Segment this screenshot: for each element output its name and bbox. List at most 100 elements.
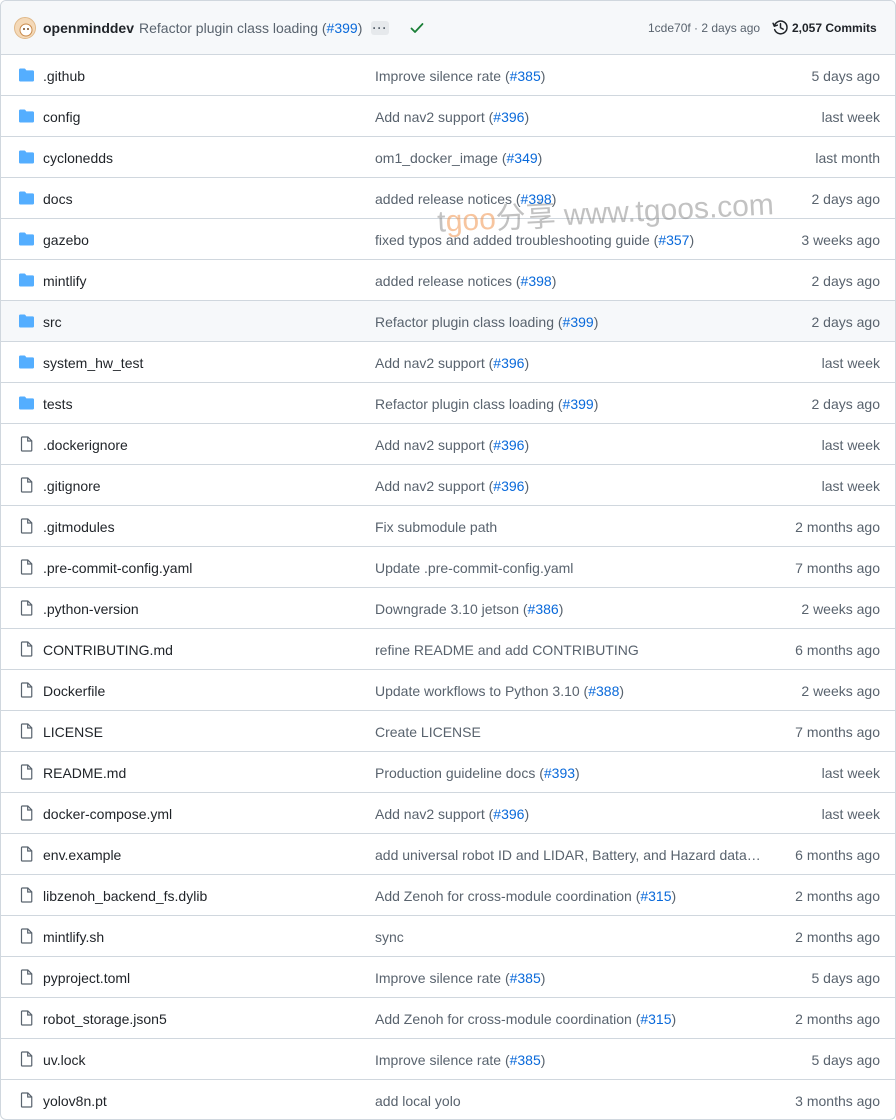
table-row[interactable]: tests Refactor plugin class loading (#399…: [1, 383, 895, 424]
table-row[interactable]: LICENSE Create LICENSE 7 months ago: [1, 711, 895, 752]
file-name-link[interactable]: src: [43, 314, 62, 330]
file-name-link[interactable]: mintlify.sh: [43, 929, 104, 945]
file-name-link[interactable]: .gitignore: [43, 478, 101, 494]
file-name-link[interactable]: docker-compose.yml: [43, 806, 172, 822]
commit-message-link[interactable]: Create LICENSE: [375, 724, 481, 740]
commit-message-link[interactable]: Improve silence rate (#385): [375, 1052, 545, 1068]
file-name-link[interactable]: .gitmodules: [43, 519, 115, 535]
commit-message-text[interactable]: sync: [375, 929, 404, 945]
file-name-link[interactable]: docs: [43, 191, 73, 207]
commit-message-link[interactable]: Add nav2 support (#396): [375, 437, 529, 453]
commit-date[interactable]: 2 months ago: [795, 888, 880, 904]
commit-date[interactable]: last week: [822, 437, 880, 453]
table-row[interactable]: docker-compose.yml Add nav2 support (#396…: [1, 793, 895, 834]
pr-link[interactable]: #398: [521, 273, 552, 289]
pr-link[interactable]: #399: [563, 396, 594, 412]
commit-message-link[interactable]: Update workflows to Python 3.10 (#388): [375, 683, 624, 699]
pr-link[interactable]: #388: [588, 683, 619, 699]
commit-date[interactable]: 5 days ago: [812, 1052, 881, 1068]
table-row[interactable]: gazebo fixed typos and added troubleshoot…: [1, 219, 895, 260]
pr-link[interactable]: #385: [510, 970, 541, 986]
pr-link[interactable]: #393: [544, 765, 575, 781]
commit-date[interactable]: last week: [822, 355, 880, 371]
file-name-link[interactable]: robot_storage.json5: [43, 1011, 167, 1027]
commit-date[interactable]: 3 weeks ago: [801, 232, 880, 248]
commit-date[interactable]: last week: [822, 109, 880, 125]
commit-author[interactable]: openminddev: [43, 20, 134, 36]
commit-message[interactable]: Refactor plugin class loading (#399): [139, 20, 362, 36]
commit-date[interactable]: 7 months ago: [795, 560, 880, 576]
file-name-link[interactable]: .github: [43, 68, 85, 84]
file-name-link[interactable]: config: [43, 109, 80, 125]
commit-message-text[interactable]: Add nav2 support (: [375, 109, 493, 125]
commit-message-text[interactable]: Fix submodule path: [375, 519, 497, 535]
commit-message-text[interactable]: Improve silence rate (: [375, 1052, 510, 1068]
commit-date[interactable]: 2 days ago: [812, 191, 881, 207]
commit-message-text[interactable]: Update workflows to Python 3.10 (: [375, 683, 588, 699]
pr-link[interactable]: #357: [658, 232, 689, 248]
file-name-link[interactable]: README.md: [43, 765, 126, 781]
table-row[interactable]: libzenoh_backend_fs.dylib Add Zenoh for c…: [1, 875, 895, 916]
commit-message-text[interactable]: fixed typos and added troubleshooting gu…: [375, 232, 658, 248]
file-name-link[interactable]: Dockerfile: [43, 683, 105, 699]
commit-message-link[interactable]: Update .pre-commit-config.yaml: [375, 560, 573, 576]
pr-link[interactable]: #315: [640, 1011, 671, 1027]
commit-date[interactable]: last week: [822, 765, 880, 781]
file-name-link[interactable]: env.example: [43, 847, 121, 863]
commit-message-link[interactable]: Add Zenoh for cross-module coordination …: [375, 1011, 676, 1027]
commit-message-link[interactable]: Add Zenoh for cross-module coordination …: [375, 888, 676, 904]
commit-message-link[interactable]: sync: [375, 929, 404, 945]
pr-link[interactable]: #396: [493, 109, 524, 125]
commit-message-text[interactable]: Add nav2 support (: [375, 806, 493, 822]
commit-message-text[interactable]: Refactor plugin class loading (: [375, 314, 563, 330]
commit-pr-link[interactable]: #399: [327, 20, 358, 36]
commit-message-text[interactable]: Add Zenoh for cross-module coordination …: [375, 1011, 640, 1027]
commit-message-text[interactable]: Improve silence rate (: [375, 970, 510, 986]
commit-message-link[interactable]: Add nav2 support (#396): [375, 109, 529, 125]
commit-message-text[interactable]: added release notices (: [375, 273, 521, 289]
commit-date[interactable]: 2 days ago: [812, 273, 881, 289]
commit-message-text[interactable]: om1_docker_image (: [375, 150, 507, 166]
table-row[interactable]: .pre-commit-config.yaml Update .pre-commi…: [1, 547, 895, 588]
commit-date[interactable]: 2 months ago: [795, 929, 880, 945]
table-row[interactable]: .gitignore Add nav2 support (#396) last we…: [1, 465, 895, 506]
commit-message-text[interactable]: Create LICENSE: [375, 724, 481, 740]
pr-link[interactable]: #385: [510, 1052, 541, 1068]
commit-message-link[interactable]: add universal robot ID and LIDAR, Batter…: [375, 847, 763, 863]
commit-date[interactable]: 6 months ago: [795, 642, 880, 658]
pr-link[interactable]: #396: [493, 806, 524, 822]
commit-message-link[interactable]: add local yolo: [375, 1093, 461, 1109]
file-name-link[interactable]: libzenoh_backend_fs.dylib: [43, 888, 207, 904]
table-row[interactable]: config Add nav2 support (#396) last week: [1, 96, 895, 137]
commit-message-text[interactable]: Add nav2 support (: [375, 437, 493, 453]
commit-message-link[interactable]: refine README and add CONTRIBUTING: [375, 642, 639, 658]
file-name-link[interactable]: .pre-commit-config.yaml: [43, 560, 192, 576]
pr-link[interactable]: #315: [640, 888, 671, 904]
avatar[interactable]: [14, 17, 36, 39]
commit-message-text[interactable]: add universal robot ID and LIDAR, Batter…: [375, 847, 763, 863]
table-row[interactable]: Dockerfile Update workflows to Python 3.1…: [1, 670, 895, 711]
commit-date[interactable]: 2 weeks ago: [801, 683, 880, 699]
expand-commit-button[interactable]: ···: [371, 21, 389, 35]
file-name-link[interactable]: system_hw_test: [43, 355, 143, 371]
commit-message-link[interactable]: om1_docker_image (#349): [375, 150, 542, 166]
commit-message-text[interactable]: Refactor plugin class loading (: [375, 396, 563, 412]
table-row[interactable]: mintlify.sh sync 2 months ago: [1, 916, 895, 957]
commit-date[interactable]: 3 months ago: [795, 1093, 880, 1109]
pr-link[interactable]: #385: [510, 68, 541, 84]
table-row[interactable]: pyproject.toml Improve silence rate (#385…: [1, 957, 895, 998]
commit-message-link[interactable]: added release notices (#398): [375, 273, 556, 289]
commit-message-text[interactable]: refine README and add CONTRIBUTING: [375, 642, 639, 658]
commit-date[interactable]: 6 months ago: [795, 847, 880, 863]
commit-message-text[interactable]: Add Zenoh for cross-module coordination …: [375, 888, 640, 904]
table-row[interactable]: yolov8n.pt add local yolo 3 months ago: [1, 1080, 895, 1119]
commit-message-text[interactable]: Update .pre-commit-config.yaml: [375, 560, 573, 576]
commit-message-text[interactable]: Production guideline docs (: [375, 765, 544, 781]
commit-message-link[interactable]: Add nav2 support (#396): [375, 355, 529, 371]
commit-message-link[interactable]: Production guideline docs (#393): [375, 765, 580, 781]
pr-link[interactable]: #396: [493, 355, 524, 371]
commit-date[interactable]: last month: [815, 150, 880, 166]
commit-message-link[interactable]: added release notices (#398): [375, 191, 556, 207]
commit-message-text[interactable]: Add nav2 support (: [375, 355, 493, 371]
pr-link[interactable]: #386: [528, 601, 559, 617]
